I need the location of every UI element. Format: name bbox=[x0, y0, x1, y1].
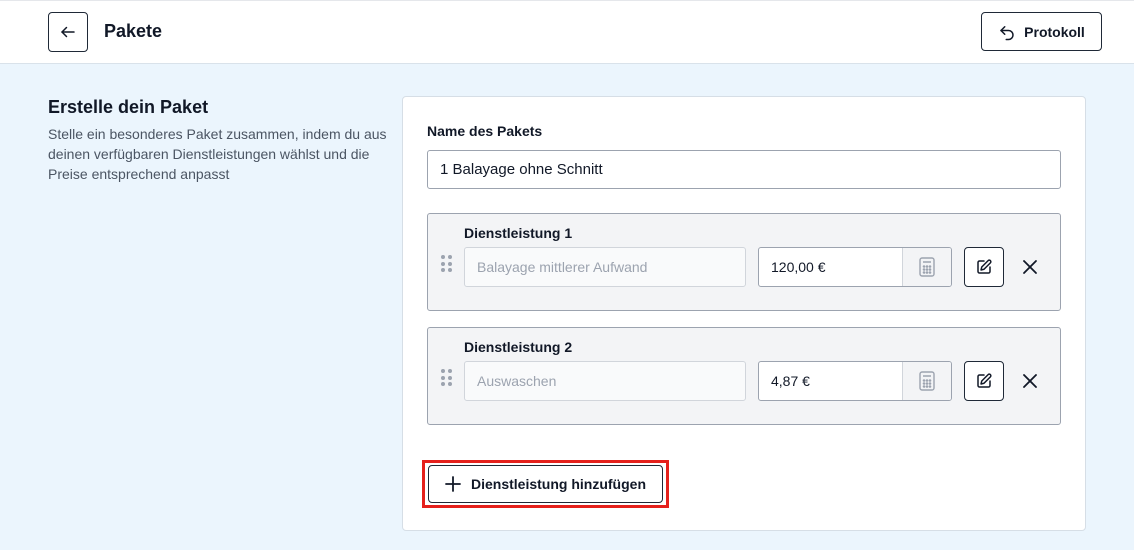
service-label: Dienstleistung 1 bbox=[464, 225, 573, 241]
protocol-button-label: Protokoll bbox=[1024, 23, 1085, 40]
intro-description: Stelle ein besonderes Paket zusammen, in… bbox=[48, 126, 387, 182]
edit-service-button[interactable] bbox=[964, 361, 1004, 401]
remove-service-button[interactable] bbox=[1018, 369, 1042, 393]
edit-icon bbox=[977, 373, 992, 388]
top-bar: Pakete Protokoll bbox=[0, 0, 1134, 64]
price-input[interactable]: 4,87 € bbox=[759, 362, 902, 400]
drag-handle-icon[interactable] bbox=[441, 255, 453, 273]
package-name-input[interactable]: 1 Balayage ohne Schnitt bbox=[427, 150, 1061, 189]
edit-service-button[interactable] bbox=[964, 247, 1004, 287]
arrow-left-icon bbox=[61, 26, 75, 38]
protocol-button[interactable]: Protokoll bbox=[981, 12, 1102, 51]
plus-icon bbox=[445, 476, 461, 492]
back-button[interactable] bbox=[48, 12, 88, 52]
package-name-label: Name des Pakets bbox=[427, 123, 543, 139]
remove-service-button[interactable] bbox=[1018, 255, 1042, 279]
price-input-group: 4,87 € bbox=[758, 361, 952, 401]
price-input-group: 120,00 € bbox=[758, 247, 952, 287]
service-label: Dienstleistung 2 bbox=[464, 339, 573, 355]
intro-title: Erstelle dein Paket bbox=[48, 97, 209, 117]
calculator-button[interactable] bbox=[902, 362, 951, 400]
close-icon bbox=[1023, 374, 1037, 388]
add-service-button[interactable]: Dienstleistung hinzufügen bbox=[428, 465, 663, 503]
edit-icon bbox=[977, 259, 992, 274]
undo-arrow-icon bbox=[1000, 25, 1014, 40]
add-service-label: Dienstleistung hinzufügen bbox=[471, 476, 646, 492]
service-row-2: Dienstleistung 2 Auswaschen 4,87 € bbox=[427, 327, 1061, 425]
calculator-icon bbox=[919, 257, 935, 277]
drag-handle-icon[interactable] bbox=[441, 369, 453, 387]
price-input[interactable]: 120,00 € bbox=[759, 248, 902, 286]
service-select-input[interactable]: Balayage mittlerer Aufwand bbox=[464, 247, 746, 287]
service-select-input[interactable]: Auswaschen bbox=[464, 361, 746, 401]
page-title: Pakete bbox=[104, 21, 163, 41]
calculator-button[interactable] bbox=[902, 248, 951, 286]
service-row-1: Dienstleistung 1 Balayage mittlerer Aufw… bbox=[427, 213, 1061, 311]
close-icon bbox=[1023, 260, 1037, 274]
calculator-icon bbox=[919, 371, 935, 391]
